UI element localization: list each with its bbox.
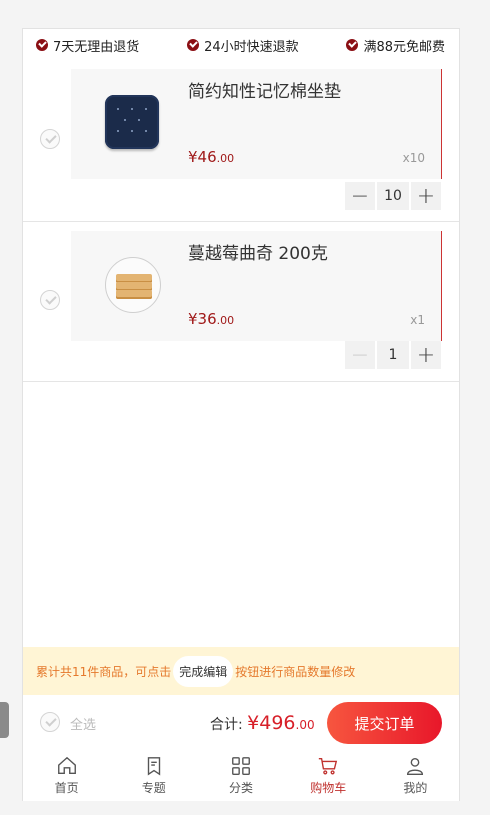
increase-button[interactable]: + [411,341,441,369]
bookmark-icon [147,757,160,776]
item-quantity-label: x10 [402,151,425,165]
promo-item: 24小时快速退款 [187,36,299,55]
tab-home[interactable]: 首页 [23,751,110,801]
service-promo-bar: 7天无理由退货 24小时快速退款 满88元免邮费 [23,29,459,61]
finish-edit-button[interactable]: 完成编辑 [173,655,234,687]
item-name: 蔓越莓曲奇 200克 [188,244,328,264]
check-badge-icon [187,39,200,51]
decrease-button[interactable]: − [345,341,375,369]
bottom-tab-bar: 首页 专题 分类 购物车 我的 [23,751,459,801]
select-all-checkbox[interactable] [40,712,60,732]
grid-icon [232,757,250,775]
tab-cart[interactable]: 购物车 [285,751,372,801]
item-price: ¥36.00 [188,310,235,328]
side-drag-handle[interactable] [0,702,9,738]
item-select-checkbox[interactable] [40,129,60,149]
quantity-stepper: − 10 + [345,182,441,210]
decrease-button[interactable]: − [345,182,375,210]
checkout-bar: 全选 合计: ¥496.00 提交订单 [23,695,459,751]
item-name: 简约知性记忆棉坐垫 [188,82,341,102]
check-badge-icon [36,39,48,51]
edit-notice-bar: 累计共11件商品，可点击 完成编辑 按钮进行商品数量修改 [23,647,459,695]
item-quantity-label: x1 [410,313,425,327]
item-price: ¥46.00 [188,148,235,166]
cushion-image [105,95,161,151]
item-card[interactable]: 蔓越莓曲奇 200克 ¥36.00 x1 [71,231,442,341]
cart-item: 蔓越莓曲奇 200克 ¥36.00 x1 − 1 + [23,221,459,382]
promo-item: 7天无理由退货 [36,36,139,55]
cart-page: 7天无理由退货 24小时快速退款 满88元免邮费 简约知性记忆棉坐垫 ¥46.0… [22,28,460,801]
order-total: 合计: ¥496.00 [210,712,315,734]
cookie-image [105,257,161,313]
tab-topics[interactable]: 专题 [110,751,197,801]
check-badge-icon [346,39,359,51]
quantity-value[interactable]: 1 [377,341,409,369]
select-all-label[interactable]: 全选 [70,714,96,733]
increase-button[interactable]: + [411,182,441,210]
tab-category[interactable]: 分类 [197,751,284,801]
item-card[interactable]: 简约知性记忆棉坐垫 ¥46.00 x10 [71,69,442,179]
promo-item: 满88元免邮费 [346,36,445,55]
quantity-stepper: − 1 + [345,341,441,369]
user-icon [407,757,424,775]
item-select-checkbox[interactable] [40,290,60,310]
cart-icon [319,757,338,775]
home-icon [57,756,76,775]
cart-item: 简约知性记忆棉坐垫 ¥46.00 x10 − 10 + [23,61,459,222]
tab-profile[interactable]: 我的 [372,751,459,801]
quantity-value[interactable]: 10 [377,182,409,210]
submit-order-button[interactable]: 提交订单 [327,702,442,744]
